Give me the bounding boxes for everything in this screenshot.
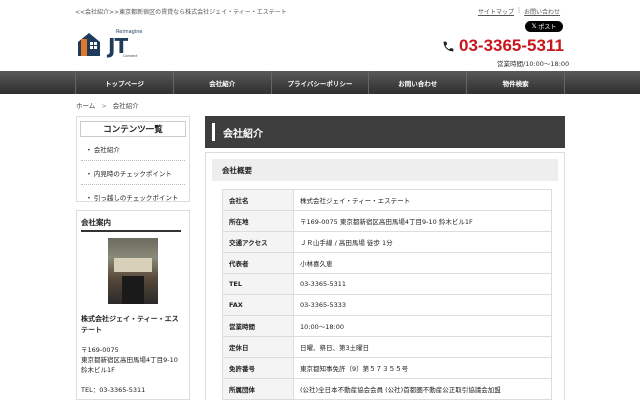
table-value: 小林喜久恵 <box>293 252 552 274</box>
menu-item-company[interactable]: • 会社紹介 <box>81 137 185 161</box>
sitemap-link[interactable]: サイトマップ <box>478 7 514 16</box>
business-hours: 営業時間/10:00～18:00 <box>497 60 570 68</box>
link-separator: | <box>518 7 521 14</box>
table-key: 交通アクセス <box>222 231 294 253</box>
shop-name: 株式会社ジェイ・ティー・エステート <box>81 315 179 334</box>
table-row: 会社名 株式会社ジェイ・ティー・エステート <box>222 189 552 211</box>
top-links: サイトマップ | お問い合わせ <box>478 7 560 16</box>
table-value: 株式会社ジェイ・ティー・エステート <box>293 189 552 211</box>
table-row: 免許番号 東京都知事免許（9）第５７３５５号 <box>222 357 552 379</box>
bullet-icon: • <box>87 146 91 154</box>
table-key: 代表者 <box>222 252 294 274</box>
table-key: 免許番号 <box>222 357 294 379</box>
table-key: 定休日 <box>222 336 294 358</box>
menu-item-viewing-checkpoints[interactable]: • 内見時のチェックポイント <box>81 161 185 185</box>
company-info-title: 会社案内 <box>81 217 181 232</box>
breadcrumb-current: 会社紹介 <box>112 102 139 110</box>
table-row: 交通アクセス ＪＲ山手線 / 高田馬場 徒歩 1分 <box>222 231 552 253</box>
logo-tagline-bottom: Connect <box>123 54 138 58</box>
company-info-box: 会社案内 株式会社ジェイ・ティー・エステート 〒169-0075 東京都新宿区高… <box>76 210 190 400</box>
company-table: 会社名 株式会社ジェイ・ティー・エステート 所在地 〒169-0075 東京都新宿区高… <box>222 189 552 400</box>
contents-menu-title: コンテンツ一覧 <box>80 121 186 137</box>
page-title: 会社紹介 <box>223 128 263 140</box>
menu-item-moving-checkpoints[interactable]: • 引っ越しのチェックポイント <box>81 185 185 208</box>
company-overview-panel: 会社概要 会社名 株式会社ジェイ・ティー・エステート 所在地 〒169-0075 東京… <box>205 152 565 400</box>
phone-icon <box>443 41 454 51</box>
table-value: ＪＲ山手線 / 高田馬場 徒歩 1分 <box>293 231 552 253</box>
phone-text: 03-3365-5311 <box>459 36 564 55</box>
post-label: ポスト <box>538 24 557 31</box>
x-post-button[interactable]: 𝕏 ポスト <box>525 21 563 32</box>
global-nav: トップページ 会社紹介 プライバシーポリシー お問い合わせ 物件検索 <box>0 71 640 94</box>
shop-photo <box>108 238 158 304</box>
title-accent <box>212 123 215 141</box>
table-value: 03-3365-5311 <box>293 273 552 295</box>
table-key: 会社名 <box>222 189 294 211</box>
nav-company[interactable]: 会社紹介 <box>174 71 272 94</box>
nav-contact[interactable]: お問い合わせ <box>369 71 468 94</box>
table-value: 03-3365-5333 <box>293 294 552 316</box>
table-row: 営業時間 10:00～18:00 <box>222 315 552 337</box>
table-key: 所属団体 <box>222 378 294 400</box>
nav-top[interactable]: トップページ <box>75 71 174 94</box>
table-value: 〒169-0075 東京都新宿区高田馬場4丁目9-10 鈴木ビル1F <box>293 210 552 232</box>
table-row: 定休日 日曜、祭日、第3土曜日 <box>222 336 552 358</box>
shop-door <box>122 276 144 304</box>
table-key: TEL <box>222 273 294 295</box>
table-value: 東京都知事免許（9）第５７３５５号 <box>293 357 552 379</box>
table-row: 所属団体 (公社)全日本不動産協会会員 (公社)首都圏不動産公正取引協議会加盟 <box>222 378 552 400</box>
top-breadcrumb-text: <<会社紹介>>東京都新宿区の賃貸なら株式会社ジェイ・ティー・エステート <box>75 9 287 16</box>
menu-item-label: 内見時のチェックポイント <box>93 170 172 178</box>
shop-address: 〒169-0075 東京都新宿区高田馬場4丁目9-10 鈴木ビル1F <box>81 345 185 375</box>
menu-item-label: 引っ越しのチェックポイント <box>93 194 179 202</box>
x-logo-icon: 𝕏 <box>531 23 537 30</box>
bullet-icon: • <box>87 194 91 202</box>
section-title: 会社概要 <box>212 159 558 181</box>
breadcrumb-arrow: > <box>101 102 107 110</box>
breadcrumb-home[interactable]: ホーム <box>76 102 95 110</box>
table-key: 所在地 <box>222 210 294 232</box>
table-row: TEL 03-3365-5311 <box>222 273 552 295</box>
table-row: 代表者 小林喜久恵 <box>222 252 552 274</box>
table-value: (公社)全日本不動産協会会員 (公社)首都圏不動産公正取引協議会加盟 <box>293 378 552 400</box>
contact-link[interactable]: お問い合わせ <box>524 7 560 16</box>
phone-number[interactable]: 03-3365-5311 <box>442 36 564 56</box>
shop-tel: TEL：03-3365-5311 <box>81 386 146 394</box>
logo-house-icon <box>78 33 100 56</box>
shop-sign <box>114 258 152 272</box>
breadcrumb: ホーム > 会社紹介 <box>76 100 139 110</box>
bullet-icon: • <box>87 170 91 178</box>
table-row: FAX 03-3365-5333 <box>222 294 552 316</box>
nav-property-search[interactable]: 物件検索 <box>467 71 565 94</box>
table-key: 営業時間 <box>222 315 294 337</box>
menu-item-label: 会社紹介 <box>93 146 120 154</box>
nav-privacy[interactable]: プライバシーポリシー <box>272 71 370 94</box>
table-value: 日曜、祭日、第3土曜日 <box>293 336 552 358</box>
shop-street: 東京都新宿区高田馬場4丁目9-10 鈴木ビル1F <box>81 356 178 374</box>
shop-postal: 〒169-0075 <box>81 346 119 354</box>
table-key: FAX <box>222 294 294 316</box>
page-title-bar: 会社紹介 <box>205 116 565 148</box>
contents-menu: コンテンツ一覧 • 会社紹介 • 内見時のチェックポイント • 引っ越しのチェックポイ… <box>76 116 190 202</box>
table-row: 所在地 〒169-0075 東京都新宿区高田馬場4丁目9-10 鈴木ビル1F <box>222 210 552 232</box>
site-logo[interactable]: Reimagine JT Connect <box>75 29 165 59</box>
table-value: 10:00～18:00 <box>293 315 552 337</box>
